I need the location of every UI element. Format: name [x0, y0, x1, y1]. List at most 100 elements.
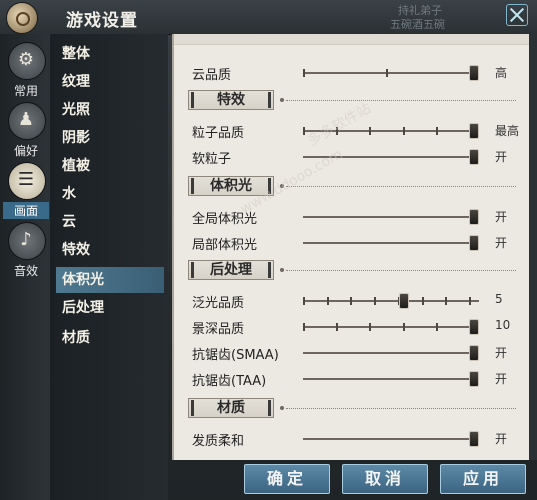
background-text: 五碗酒五碗 [390, 18, 445, 31]
gear-icon: ⚙ [17, 49, 35, 70]
slider-tick [445, 297, 447, 305]
category-label: 偏好 [13, 144, 38, 158]
setting-row: 发质柔和 开 [192, 428, 522, 450]
setting-label: 抗锯齿(TAA) [192, 374, 267, 389]
subnav-item-overall[interactable]: 整体 [56, 41, 164, 67]
slider-thumb[interactable] [469, 149, 479, 165]
subnav-item-shadow[interactable]: 阴影 [56, 125, 164, 151]
subnav-item-water[interactable]: 水 [56, 181, 164, 207]
slider-tick [336, 323, 338, 331]
setting-value: 开 [495, 236, 508, 250]
section-divider [280, 184, 516, 188]
setting-row: 软粒子 开 [192, 146, 522, 168]
category-label: 音效 [13, 264, 38, 278]
settings-window: 游戏设置 持礼弟子 五碗酒五碗 ⚙ 常用 ♟ 偏好 ☰ 画面 ♪ 音效 整体 纹… [0, 0, 537, 500]
setting-slider[interactable] [303, 293, 479, 309]
category-common[interactable]: ⚙ 常用 [3, 40, 49, 98]
title-bar: 游戏设置 持礼弟子 五碗酒五碗 [0, 0, 537, 35]
subnav-item-material[interactable]: 材质 [56, 325, 164, 351]
setting-row: 局部体积光 开 [192, 232, 522, 254]
window-title: 游戏设置 [66, 11, 138, 31]
setting-label: 软粒子 [192, 152, 232, 167]
setting-row: 景深品质 10 [192, 316, 522, 338]
slider-thumb[interactable] [469, 371, 479, 387]
display-icon: ☰ [17, 169, 35, 190]
slider-tick [422, 297, 424, 305]
slider-tick [303, 69, 305, 77]
apply-button[interactable]: 应用 [440, 464, 526, 494]
setting-value: 开 [495, 372, 508, 386]
section-title: 特效 [188, 90, 274, 110]
slider-thumb[interactable] [469, 65, 479, 81]
setting-label: 云品质 [192, 68, 232, 83]
confirm-button[interactable]: 确定 [244, 464, 330, 494]
close-icon[interactable] [506, 4, 528, 26]
setting-value: 最高 [495, 124, 520, 138]
slider-thumb[interactable] [469, 123, 479, 139]
setting-slider[interactable] [303, 65, 479, 81]
section-divider [280, 268, 516, 272]
subnav-item-effects[interactable]: 特效 [56, 237, 164, 263]
slider-tick [369, 323, 371, 331]
category-preference[interactable]: ♟ 偏好 [3, 100, 49, 158]
slider-thumb[interactable] [469, 235, 479, 251]
person-icon: ♟ [17, 109, 35, 130]
audio-icon: ♪ [20, 229, 32, 250]
cancel-button[interactable]: 取消 [342, 464, 428, 494]
slider-tick [327, 297, 329, 305]
setting-value: 5 [495, 292, 503, 306]
section-title: 后处理 [188, 260, 274, 280]
subnav-item-vegetation[interactable]: 植被 [56, 153, 164, 179]
subnav-item-cloud[interactable]: 云 [56, 209, 164, 235]
slider-thumb[interactable] [469, 209, 479, 225]
slider-tick [350, 297, 352, 305]
setting-row: 泛光品质 5 [192, 290, 522, 312]
setting-row: 抗锯齿(TAA) 开 [192, 368, 522, 390]
section-divider [280, 406, 516, 410]
setting-row: 云品质 高 [192, 62, 522, 84]
subnav-item-texture[interactable]: 纹理 [56, 69, 164, 95]
setting-slider[interactable] [303, 319, 479, 335]
setting-value: 开 [495, 432, 508, 446]
category-label: 常用 [13, 84, 38, 98]
subnav-item-lighting[interactable]: 光照 [56, 97, 164, 123]
slider-tick [369, 127, 371, 135]
section-title: 材质 [188, 398, 274, 418]
slider-tick [303, 323, 305, 331]
setting-label: 发质柔和 [192, 434, 245, 449]
setting-slider[interactable] [303, 371, 479, 387]
slider-thumb[interactable] [469, 345, 479, 361]
setting-value: 开 [495, 150, 508, 164]
slider-tick [469, 297, 471, 305]
slider-tick [403, 127, 405, 135]
setting-value: 开 [495, 346, 508, 360]
game-logo-icon [6, 2, 38, 34]
setting-slider[interactable] [303, 235, 479, 251]
setting-slider[interactable] [303, 431, 479, 447]
settings-panel: 云品质 高 特效 粒子品质 最高 软粒子 开 体积光 全局体积光 开 局部体积光… [172, 34, 531, 460]
slider-tick [303, 297, 305, 305]
setting-slider[interactable] [303, 345, 479, 361]
slider-tick [436, 323, 438, 331]
section-divider [280, 98, 516, 102]
category-audio[interactable]: ♪ 音效 [3, 220, 49, 278]
category-label: 画面 [3, 202, 49, 219]
setting-label: 泛光品质 [192, 296, 245, 311]
slider-tick [403, 323, 405, 331]
subnav-item-volumetric[interactable]: 体积光 [56, 267, 164, 293]
setting-value: 开 [495, 210, 508, 224]
slider-thumb[interactable] [399, 293, 409, 309]
setting-value: 10 [495, 318, 511, 332]
setting-label: 抗锯齿(SMAA) [192, 348, 279, 363]
setting-label: 景深品质 [192, 322, 245, 337]
category-column: ⚙ 常用 ♟ 偏好 ☰ 画面 ♪ 音效 [0, 34, 50, 500]
slider-thumb[interactable] [469, 319, 479, 335]
setting-label: 局部体积光 [192, 238, 258, 253]
scrollbar[interactable] [529, 34, 537, 460]
slider-thumb[interactable] [469, 431, 479, 447]
setting-value: 高 [495, 66, 508, 80]
setting-row: 抗锯齿(SMAA) 开 [192, 342, 522, 364]
setting-slider[interactable] [303, 209, 479, 225]
category-display[interactable]: ☰ 画面 [3, 160, 49, 219]
subnav-item-postprocess[interactable]: 后处理 [56, 295, 164, 321]
